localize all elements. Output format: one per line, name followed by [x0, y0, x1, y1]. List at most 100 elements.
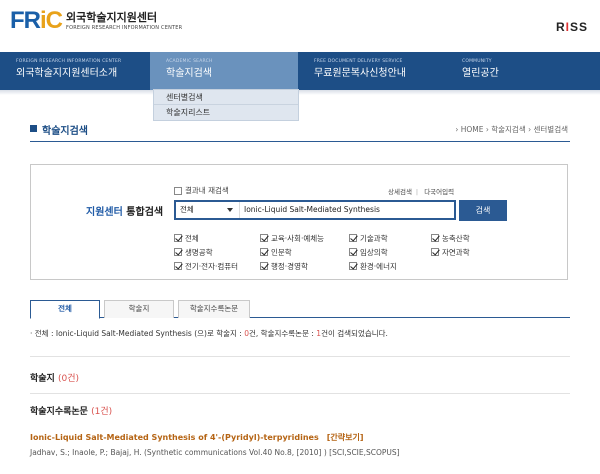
nav-dropdown-menu: 센터별검색 학술지리스트 — [153, 89, 299, 121]
category-all[interactable]: 전체 — [174, 232, 260, 244]
section-label: 학술지수록논문 — [30, 407, 88, 417]
logo-english-name: FOREIGN RESEARCH INFORMATION CENTER — [66, 25, 183, 31]
nav-sublabel: FOREIGN RESEARCH INFORMATION CENTER — [16, 59, 122, 64]
search-panel: 결과내 재검색 상세검색 | 다국어입력 지원센터 통합검색 전체 Ionic-L… — [30, 164, 568, 280]
logo-mark: FRiC — [10, 7, 63, 34]
tab-all[interactable]: 전체 — [30, 300, 100, 319]
riss-letters-ss: SS — [569, 20, 588, 34]
research-label: 결과내 재검색 — [185, 186, 229, 195]
checkbox-checked-icon[interactable] — [349, 248, 357, 256]
page-title-row: 학술지검색 › HOME › 학술지검색 › 센터별검색 — [30, 122, 570, 142]
title-bullet-icon — [30, 125, 37, 132]
multilingual-input-link[interactable]: 다국어입력 — [424, 188, 454, 196]
checkbox-checked-icon[interactable] — [431, 234, 439, 242]
checkbox-checked-icon[interactable] — [174, 234, 182, 242]
nav-sublabel: ACADEMIC SEARCH — [166, 59, 213, 64]
search-box-label: 지원센터 통합검색 — [86, 203, 163, 218]
research-checkbox[interactable] — [174, 186, 182, 195]
checkbox-checked-icon[interactable] — [174, 262, 182, 270]
label-highlight: 지원센터 — [86, 207, 123, 218]
tab-journal-articles[interactable]: 학술지수록논문 — [178, 300, 250, 318]
nav-item-community[interactable]: COMMUNITY 열린공간 — [446, 52, 600, 90]
label-rest: 통합검색 — [122, 207, 164, 218]
nav-item-journal-search[interactable]: ACADEMIC SEARCH 학술지검색 — [150, 52, 298, 90]
result-item-title: Ionic-Liquid Salt-Mediated Synthesis of … — [30, 432, 364, 443]
checkbox-checked-icon[interactable] — [260, 248, 268, 256]
category-label: 전기·전자·컴퓨터 — [185, 261, 239, 271]
nav-item-center-intro[interactable]: FOREIGN RESEARCH INFORMATION CENTER 외국학술… — [0, 52, 150, 90]
dropdown-arrow-icon — [227, 208, 233, 212]
dropdown-item-center-search[interactable]: 센터별검색 — [154, 90, 298, 105]
logo-mark-accent: iC — [40, 7, 63, 34]
result-summary: · 전체 : Ionic-Liquid Salt-Mediated Synthe… — [30, 328, 388, 339]
category-label: 행정·경영학 — [271, 261, 308, 271]
checkbox-checked-icon[interactable] — [431, 248, 439, 256]
nav-shadow — [0, 90, 600, 95]
category-clinical-medicine[interactable]: 임상의학 — [349, 246, 431, 258]
checkbox-checked-icon[interactable] — [349, 262, 357, 270]
advanced-search-link[interactable]: 상세검색 — [388, 188, 412, 196]
logo-text: 외국학술지지원센터 FOREIGN RESEARCH INFORMATION C… — [66, 11, 182, 32]
research-within-results[interactable]: 결과내 재검색 — [174, 185, 229, 196]
summary-prefix: · 전체 : Ionic-Liquid Salt-Mediated Synthe… — [30, 329, 245, 338]
nav-sublabel: COMMUNITY — [462, 59, 492, 64]
summary-mid: 건, 학술지수록논문 : — [249, 329, 317, 338]
tab-journals[interactable]: 학술지 — [104, 300, 174, 318]
category-label: 임상의학 — [360, 247, 388, 257]
category-biotech[interactable]: 생명공학 — [174, 246, 260, 258]
category-filters: 전체 교육·사회·예체능 기술과학 농축산학 생명공학 인문학 임상의학 자연과… — [174, 232, 504, 272]
category-natural-science[interactable]: 자연과학 — [431, 246, 504, 258]
riss-letter-r: R — [555, 20, 566, 34]
category-label: 생명공학 — [185, 247, 213, 257]
category-environment-energy[interactable]: 환경·에너지 — [349, 260, 431, 272]
main-nav: FOREIGN RESEARCH INFORMATION CENTER 외국학술… — [0, 52, 600, 90]
scope-select[interactable]: 전체 — [176, 202, 240, 218]
category-label: 기술과학 — [360, 233, 388, 243]
category-agriculture[interactable]: 농축산학 — [431, 232, 504, 244]
search-input[interactable]: Ionic-Liquid Salt-Mediated Synthesis — [240, 202, 454, 218]
section-count: (1건) — [91, 407, 113, 417]
result-tabs: 전체 학술지 학술지수록논문 — [30, 300, 570, 319]
search-field: 전체 Ionic-Liquid Salt-Mediated Synthesis — [174, 200, 456, 220]
nav-label: 학술지검색 — [166, 68, 212, 79]
scope-value: 전체 — [180, 205, 194, 214]
category-humanities[interactable]: 인문학 — [260, 246, 349, 258]
section-label: 학술지 — [30, 374, 55, 384]
section-divider — [30, 393, 570, 394]
result-item-meta: Jadhav, S.; Inaole, P.; Bajaj, H. (Synth… — [30, 448, 400, 457]
article-section-title: 학술지수록논문 (1건) — [30, 404, 112, 417]
nav-item-document-delivery[interactable]: FREE DOCUMENT DELIVERY SERVICE 무료원문복사신청안… — [298, 52, 446, 90]
search-button[interactable]: 검색 — [459, 200, 507, 221]
fric-logo[interactable]: FRiC 외국학술지지원센터 FOREIGN RESEARCH INFORMAT… — [10, 9, 182, 33]
category-electronics-computer[interactable]: 전기·전자·컴퓨터 — [174, 260, 260, 272]
section-divider — [30, 356, 570, 357]
nav-label: 무료원문복사신청안내 — [314, 68, 406, 79]
site-header: FRiC 외국학술지지원센터 FOREIGN RESEARCH INFORMAT… — [0, 0, 600, 52]
nav-label: 외국학술지지원센터소개 — [16, 68, 118, 79]
checkbox-checked-icon[interactable] — [260, 262, 268, 270]
checkbox-checked-icon[interactable] — [174, 248, 182, 256]
category-admin-business[interactable]: 행정·경영학 — [260, 260, 349, 272]
logo-mark-main: FR — [10, 7, 41, 34]
page-title: 학술지검색 — [42, 126, 88, 137]
nav-label: 열린공간 — [462, 68, 499, 79]
breadcrumb[interactable]: › HOME › 학술지검색 › 센터별검색 — [455, 124, 568, 135]
category-label: 농축산학 — [442, 233, 470, 243]
category-label: 인문학 — [271, 247, 292, 257]
link-separator: | — [415, 188, 419, 196]
riss-logo[interactable]: RISS — [556, 20, 588, 34]
category-label: 교육·사회·예체능 — [271, 233, 325, 243]
dropdown-item-journal-list[interactable]: 학술지리스트 — [154, 105, 298, 120]
logo-korean-name: 외국학술지지원센터 — [66, 11, 158, 24]
journal-section-title: 학술지 (0건) — [30, 371, 79, 384]
search-options: 상세검색 | 다국어입력 — [388, 186, 458, 196]
category-label: 자연과학 — [442, 247, 470, 257]
checkbox-checked-icon[interactable] — [349, 234, 357, 242]
category-technology[interactable]: 기술과학 — [349, 232, 431, 244]
article-title-link[interactable]: Ionic-Liquid Salt-Mediated Synthesis of … — [30, 433, 319, 442]
abstract-toggle-link[interactable]: [간략보기] — [327, 433, 364, 442]
category-label: 환경·에너지 — [360, 261, 397, 271]
category-label: 전체 — [185, 233, 199, 243]
category-education-society[interactable]: 교육·사회·예체능 — [260, 232, 349, 244]
checkbox-checked-icon[interactable] — [260, 234, 268, 242]
